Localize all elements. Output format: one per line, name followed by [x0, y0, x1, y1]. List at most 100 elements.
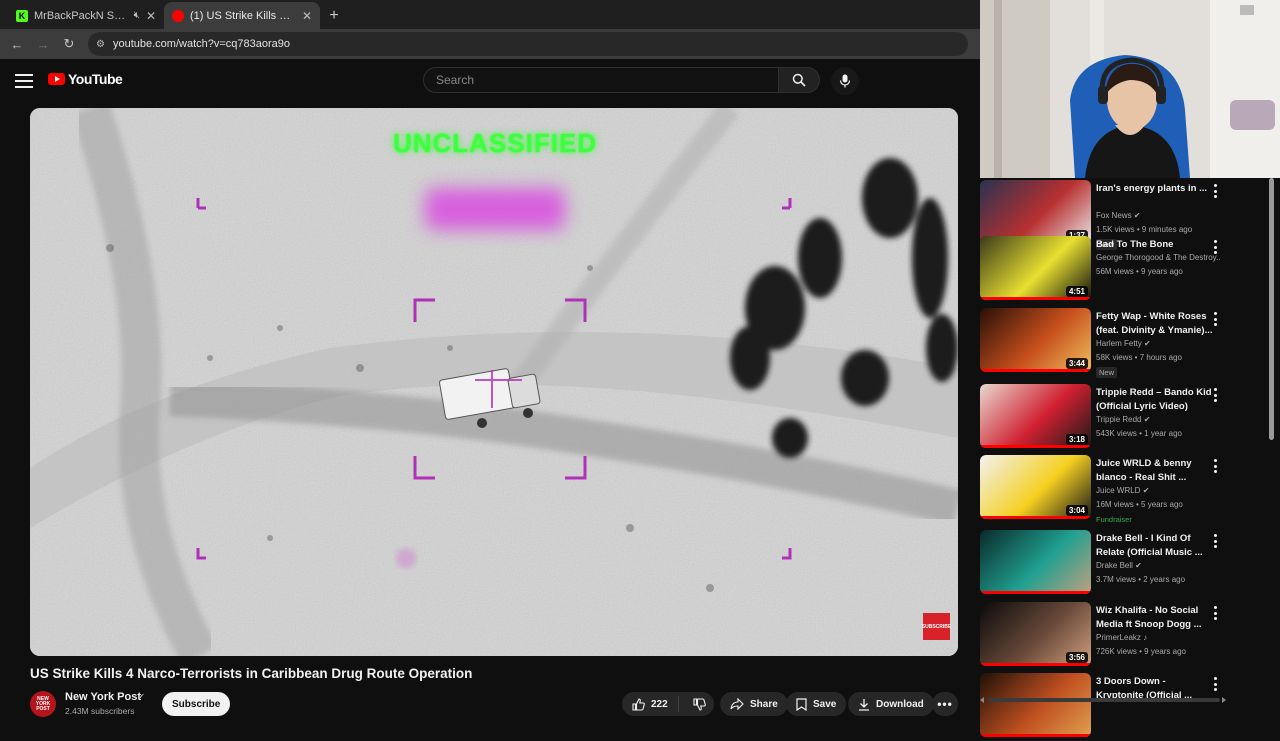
- download-label: Download: [876, 698, 924, 710]
- site-info-icon[interactable]: ⚙: [96, 39, 105, 50]
- verified-check-icon: ✔: [1143, 415, 1151, 424]
- video-thumbnail[interactable]: [980, 530, 1091, 594]
- video-duration: 3:44: [1065, 358, 1088, 369]
- verified-check-icon: ✔: [1133, 211, 1141, 220]
- address-bar[interactable]: ⚙ youtube.com/watch?v=cq783aora9o: [88, 32, 968, 56]
- recommendation-channel[interactable]: Harlem Fetty ✔: [1096, 339, 1220, 348]
- more-vert-icon[interactable]: [1212, 606, 1218, 620]
- youtube-logo-text: YouTube: [68, 71, 123, 87]
- browser-tab-0[interactable]: K MrBackPackN Stream - Wa 🔇︎ ✕: [8, 2, 164, 29]
- sidebar-scrollbar[interactable]: [1268, 178, 1276, 718]
- recommendation-meta: 726K views • 9 years ago: [1096, 647, 1186, 656]
- horizontal-scrollbar[interactable]: [980, 696, 1230, 704]
- more-vert-icon[interactable]: [1212, 240, 1218, 254]
- recommendation-item[interactable]: Drake Bell - I Kind Of Relate (Official …: [980, 530, 1230, 598]
- save-button[interactable]: Save: [786, 692, 847, 716]
- webcam-feed: [980, 0, 1280, 178]
- watched-progress-bar: [980, 516, 1091, 519]
- browser-tab-1[interactable]: (1) US Strike Kills 4 Narco-Terro ✕: [164, 2, 320, 29]
- recommendation-channel[interactable]: PrimerLeakz ♪: [1096, 633, 1220, 642]
- recommendation-title[interactable]: Iran's energy plants in ...: [1096, 182, 1214, 196]
- subscribe-watermark[interactable]: SUBSCRIBE: [922, 613, 951, 640]
- search-input[interactable]: Search: [423, 67, 779, 93]
- recommendation-channel[interactable]: Trippie Redd ✔: [1096, 415, 1220, 424]
- more-vert-icon[interactable]: [1212, 459, 1218, 473]
- video-duration: 4:51: [1065, 286, 1088, 297]
- recommendation-channel-name: George Thorogood & The Destroy...: [1096, 253, 1220, 262]
- recommendation-channel[interactable]: Juice WRLD ✔: [1096, 486, 1220, 495]
- close-tab-icon[interactable]: ✕: [146, 9, 156, 23]
- recommendation-item[interactable]: 3:04 Juice WRLD & benny blanco - Real Shi…: [980, 455, 1230, 524]
- video-thumbnail[interactable]: 3:44: [980, 308, 1091, 372]
- like-button[interactable]: 222: [622, 696, 679, 712]
- youtube-play-icon: [48, 73, 65, 85]
- like-dislike-group: 222: [622, 692, 714, 716]
- subscribe-button[interactable]: Subscribe: [162, 692, 231, 716]
- more-vert-icon[interactable]: [1212, 312, 1218, 326]
- forward-arrow-icon[interactable]: →: [32, 33, 54, 55]
- youtube-favicon-icon: [172, 9, 184, 22]
- more-vert-icon[interactable]: [1212, 184, 1218, 198]
- video-thumbnail[interactable]: 3:56: [980, 602, 1091, 666]
- thumbs-down-icon: [693, 697, 706, 711]
- recommendation-title[interactable]: Juice WRLD & benny blanco - Real Shit ..…: [1096, 457, 1214, 484]
- browser-toolbar: ← → ↻ ⚙ youtube.com/watch?v=cq783aora9o: [0, 29, 980, 59]
- channel-name[interactable]: New York Post: [65, 691, 141, 703]
- subscriber-count: 2.43M subscribers: [65, 706, 135, 716]
- video-duration: 3:04: [1065, 505, 1088, 516]
- hamburger-menu-icon[interactable]: [15, 72, 33, 90]
- watched-progress-bar: [980, 445, 1091, 448]
- bookmark-icon: [796, 697, 807, 711]
- video-duration: 3:56: [1065, 652, 1088, 663]
- recommendation-title[interactable]: Trippie Redd – Bando Kid (Official Lyric…: [1096, 386, 1214, 413]
- video-title: US Strike Kills 4 Narco-Terrorists in Ca…: [30, 666, 473, 681]
- scrollbar-thumb[interactable]: [1269, 178, 1274, 440]
- recommendation-item[interactable]: 3:18 Trippie Redd – Bando Kid (Official L…: [980, 384, 1230, 452]
- video-thumbnail[interactable]: 1:37: [980, 180, 1091, 244]
- more-horizontal-icon: •••: [937, 697, 953, 711]
- recommendation-channel-name: Fox News: [1096, 211, 1132, 220]
- voice-search-button[interactable]: [831, 67, 859, 95]
- recommendation-channel-name: Drake Bell: [1096, 561, 1133, 570]
- streamer-webcam: [980, 0, 1280, 178]
- recommendation-channel[interactable]: George Thorogood & The Destroy...: [1096, 253, 1220, 262]
- video-thumbnail[interactable]: 3:04: [980, 455, 1091, 519]
- recommendation-channel[interactable]: Drake Bell ✔: [1096, 561, 1220, 570]
- verified-check-icon: ✔: [1144, 339, 1151, 348]
- back-arrow-icon[interactable]: ←: [6, 33, 28, 55]
- kick-favicon-icon: K: [16, 9, 28, 22]
- more-vert-icon[interactable]: [1212, 677, 1218, 691]
- video-thumbnail[interactable]: 3:18: [980, 384, 1091, 448]
- browser-tab-title: (1) US Strike Kills 4 Narco-Terro: [190, 9, 296, 22]
- mic-icon: [839, 74, 851, 88]
- muted-speaker-icon[interactable]: 🔇︎: [134, 10, 140, 21]
- recommendation-channel-name: Harlem Fetty: [1096, 339, 1142, 348]
- recommendation-meta: 58K views • 7 hours ago: [1096, 353, 1182, 362]
- more-vert-icon[interactable]: [1212, 534, 1218, 548]
- close-tab-icon[interactable]: ✕: [302, 9, 312, 23]
- video-thumbnail[interactable]: 4:51: [980, 236, 1091, 300]
- recommendation-title[interactable]: Drake Bell - I Kind Of Relate (Official …: [1096, 532, 1214, 559]
- recommendation-item[interactable]: 4:51 Bad To The Bone George Thorogood & Th…: [980, 236, 1230, 304]
- new-tab-button[interactable]: +: [320, 2, 348, 29]
- reload-icon[interactable]: ↻: [58, 33, 80, 55]
- youtube-logo[interactable]: YouTube: [48, 71, 123, 87]
- share-button[interactable]: Share: [720, 692, 788, 716]
- right-panel: 1:37 Iran's energy plants in ... Fox News …: [980, 0, 1280, 737]
- recommendation-item[interactable]: 3:44 Fetty Wap - White Roses (feat. Divin…: [980, 308, 1230, 378]
- video-thumbnail[interactable]: [980, 673, 1091, 737]
- recommendation-title[interactable]: Fetty Wap - White Roses (feat. Divinity …: [1096, 310, 1214, 337]
- channel-avatar[interactable]: NEW YORK POST: [30, 691, 56, 717]
- recommendation-item[interactable]: 3:56 Wiz Khalifa - No Social Media ft Sno…: [980, 602, 1230, 670]
- recommendation-item[interactable]: 3 Doors Down - Kryptonite (Official ...: [980, 673, 1230, 741]
- more-actions-button[interactable]: •••: [932, 692, 958, 716]
- video-player[interactable]: UNCLASSIFIED SUBSCRIBE: [30, 108, 958, 656]
- recommendation-channel[interactable]: Fox News ✔: [1096, 211, 1220, 220]
- download-button[interactable]: Download: [848, 692, 934, 716]
- dislike-button[interactable]: [685, 697, 714, 711]
- recommendation-title[interactable]: Bad To The Bone: [1096, 238, 1214, 252]
- search-icon: [792, 73, 806, 87]
- more-vert-icon[interactable]: [1212, 388, 1218, 402]
- search-button[interactable]: [778, 67, 820, 93]
- recommendation-title[interactable]: Wiz Khalifa - No Social Media ft Snoop D…: [1096, 604, 1214, 631]
